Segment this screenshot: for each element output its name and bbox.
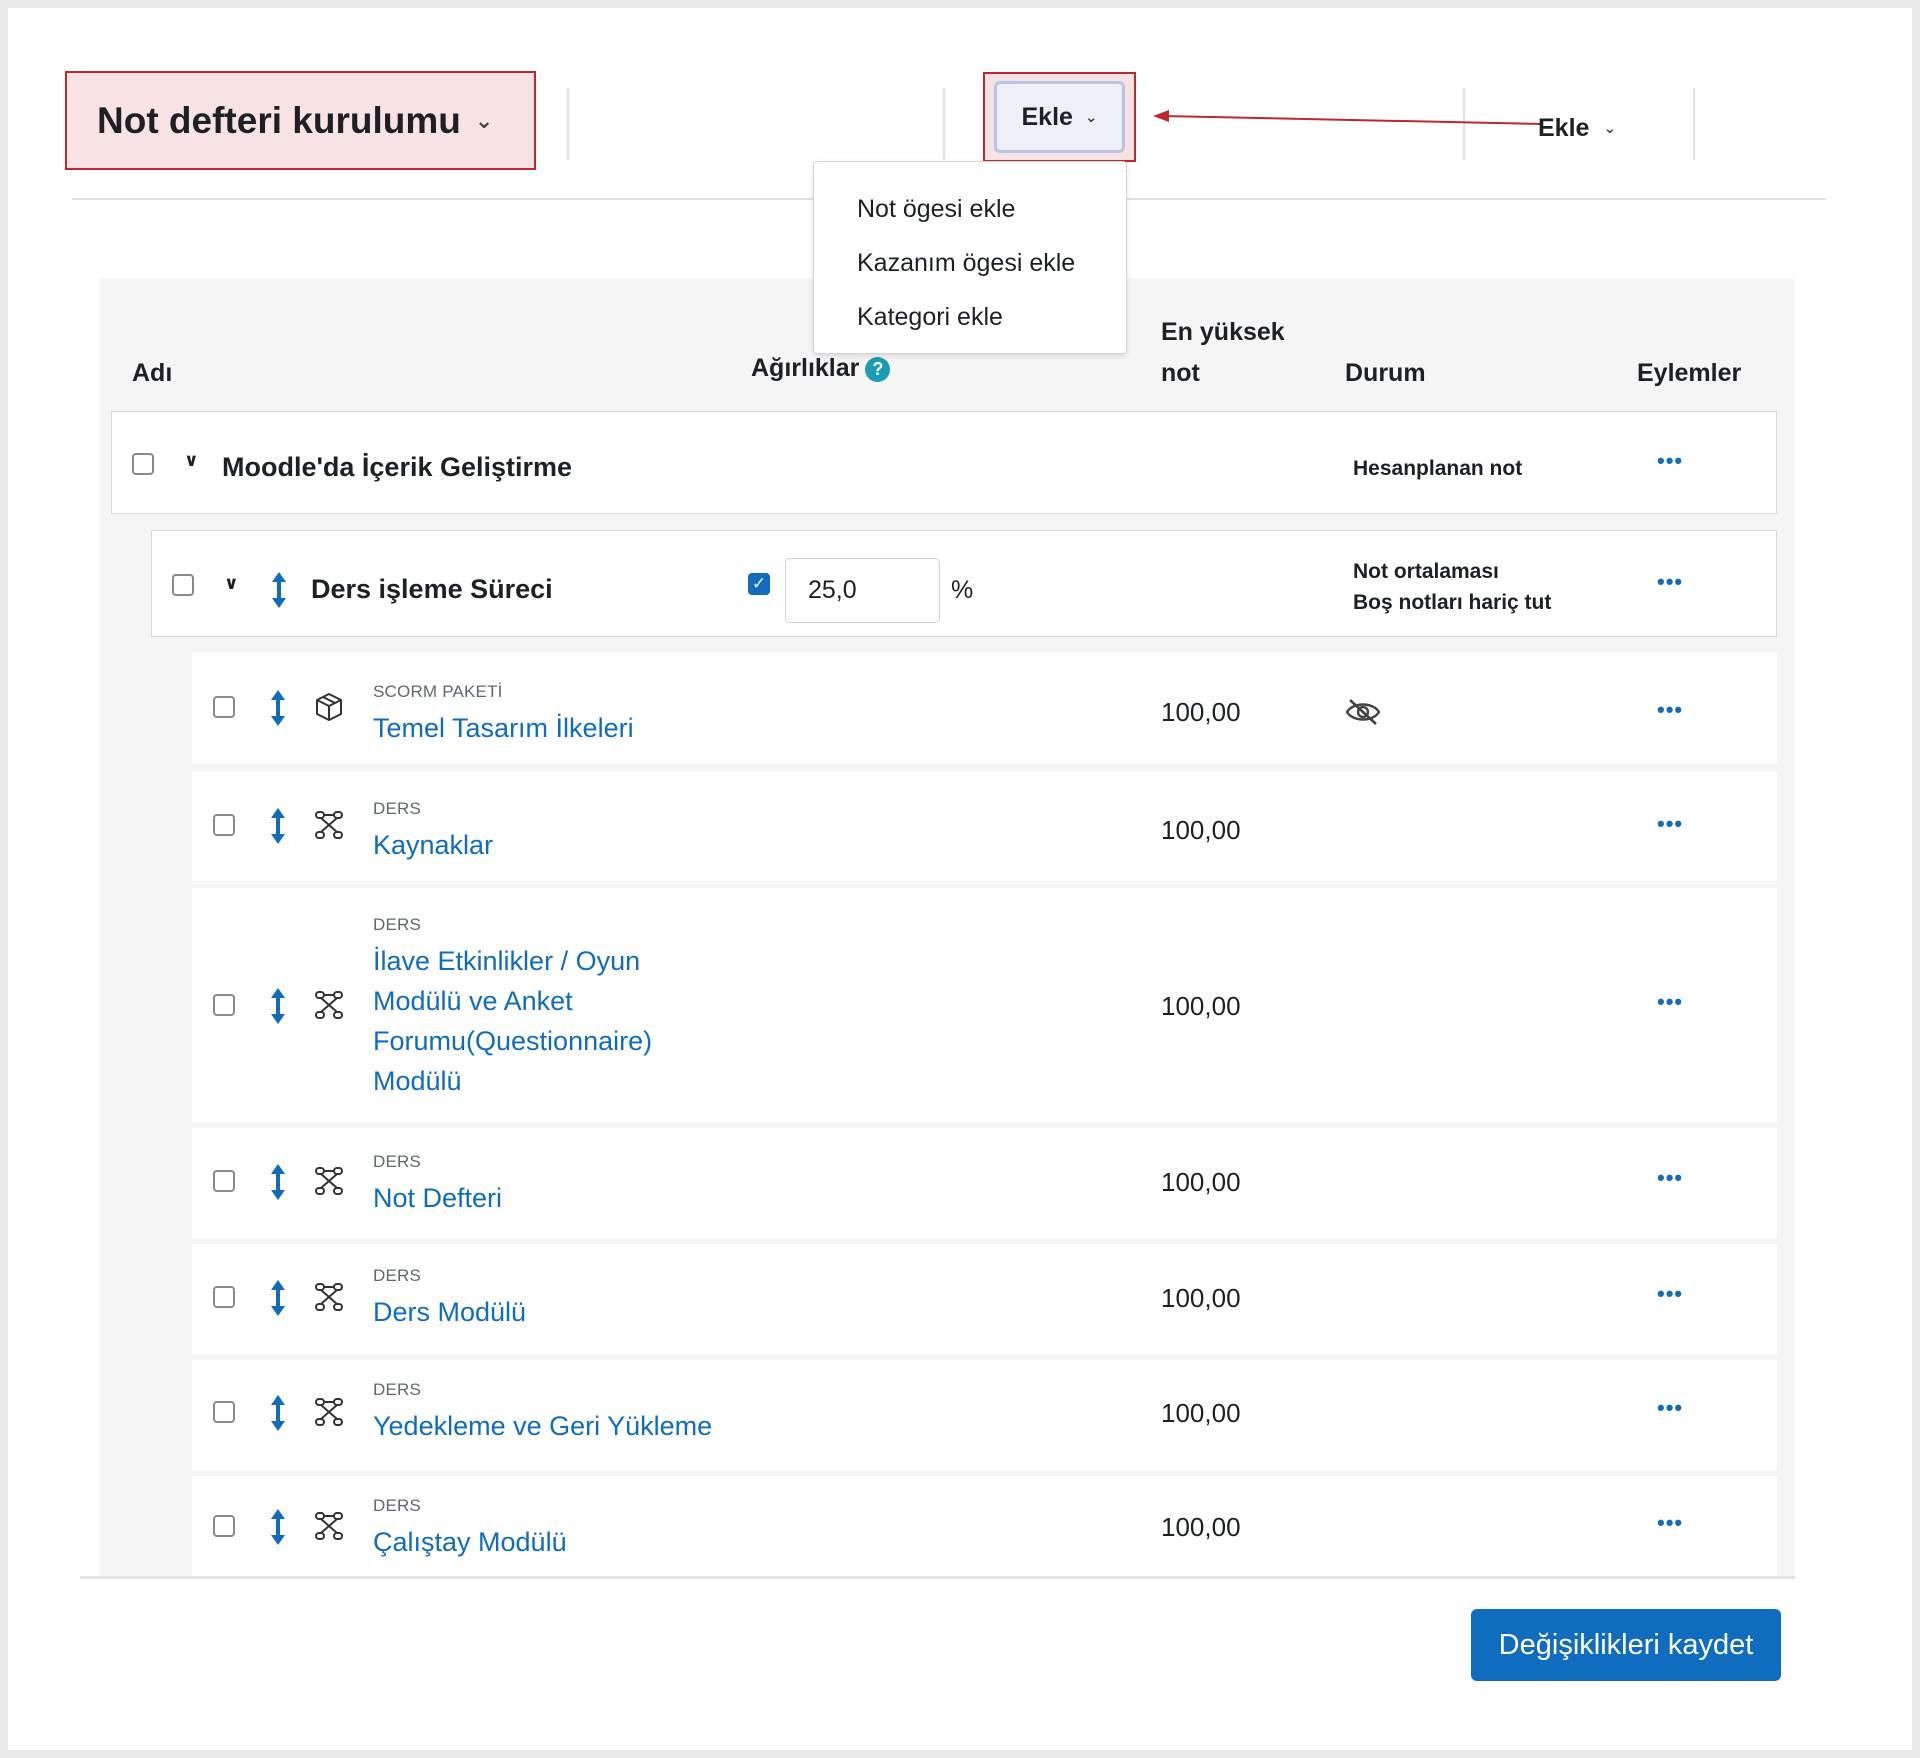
item-link[interactable]: Çalıştay Modülü bbox=[373, 1522, 567, 1562]
max-grade-value: 100,00 bbox=[1161, 815, 1241, 845]
column-header-weights: Ağırlıklar? bbox=[751, 348, 891, 389]
subcategory-name: Ders işleme Süreci bbox=[311, 574, 553, 604]
add-menu-right-label: Ekle bbox=[1538, 113, 1590, 142]
subcategory-status: Not ortalaması Boş notları hariç tut bbox=[1353, 556, 1551, 618]
lesson-icon bbox=[315, 991, 343, 1019]
row-checkbox[interactable] bbox=[213, 1286, 235, 1308]
page-frame: Not defteri kurulumu ⌄ Ekle ⌄ Ekle ⌄ Adı… bbox=[8, 8, 1912, 1750]
item-link[interactable]: Temel Tasarım İlkeleri bbox=[373, 708, 634, 748]
max-grade-value: 100,00 bbox=[1161, 1512, 1241, 1542]
actions-menu-button[interactable]: ••• bbox=[1657, 448, 1683, 474]
move-icon[interactable] bbox=[270, 986, 286, 1026]
annotation-arrow bbox=[1153, 110, 1544, 125]
hidden-eye-icon bbox=[1345, 699, 1381, 725]
lesson-icon bbox=[315, 811, 343, 839]
chevron-down-icon: ⌄ bbox=[1084, 109, 1098, 126]
move-icon[interactable] bbox=[270, 1162, 286, 1202]
item-type-label: DERS bbox=[373, 799, 422, 818]
item-link[interactable]: Kaynaklar bbox=[373, 825, 493, 865]
collapse-caret-icon[interactable]: ∨ bbox=[184, 450, 199, 471]
item-type-label: DERS bbox=[373, 1266, 422, 1285]
max-grade-line1: En yüksek bbox=[1161, 318, 1285, 346]
chevron-down-icon: ⌄ bbox=[474, 107, 494, 133]
row-checkbox[interactable] bbox=[213, 1401, 235, 1423]
menu-item-add-outcome-item[interactable]: Kazanım ögesi ekle bbox=[814, 236, 1126, 290]
item-link[interactable]: Not Defteri bbox=[373, 1178, 502, 1218]
move-icon[interactable] bbox=[270, 1278, 286, 1318]
actions-menu-button[interactable]: ••• bbox=[1657, 1165, 1683, 1191]
item-link-line: Modülü ve Anket bbox=[373, 986, 573, 1016]
header-divider bbox=[567, 88, 569, 160]
row-checkbox[interactable] bbox=[172, 574, 194, 596]
collapse-caret-icon[interactable]: ∨ bbox=[224, 573, 239, 594]
item-type-label: DERS bbox=[373, 1496, 422, 1515]
actions-menu-button[interactable]: ••• bbox=[1657, 1395, 1683, 1421]
lesson-icon bbox=[315, 1398, 343, 1426]
weight-unit: % bbox=[951, 576, 974, 604]
actions-menu-button[interactable]: ••• bbox=[1657, 569, 1683, 595]
row-checkbox[interactable] bbox=[213, 1170, 235, 1192]
weights-label: Ağırlıklar bbox=[751, 354, 860, 382]
row-checkbox[interactable] bbox=[213, 1515, 235, 1537]
column-header-max-grade: En yüksek not bbox=[1161, 312, 1285, 394]
max-grade-line2: not bbox=[1161, 359, 1200, 387]
max-grade-value: 100,00 bbox=[1161, 697, 1241, 727]
max-grade-value: 100,00 bbox=[1161, 1283, 1241, 1313]
help-icon[interactable]: ? bbox=[865, 356, 891, 382]
lesson-icon bbox=[315, 1283, 343, 1311]
column-header-status: Durum bbox=[1345, 359, 1426, 387]
item-type-label: DERS bbox=[373, 915, 422, 934]
row-checkbox[interactable] bbox=[132, 453, 154, 475]
add-button[interactable]: Ekle ⌄ bbox=[994, 81, 1125, 153]
column-header-actions: Eylemler bbox=[1637, 359, 1742, 387]
table-bottom-border bbox=[80, 1576, 1795, 1579]
item-type-label: SCORM PAKETİ bbox=[373, 682, 503, 701]
item-type-label: DERS bbox=[373, 1152, 422, 1171]
row-checkbox[interactable] bbox=[213, 994, 235, 1016]
row-checkbox[interactable] bbox=[213, 814, 235, 836]
gradebook-setup-selector[interactable]: Not defteri kurulumu ⌄ bbox=[65, 71, 536, 170]
actions-menu-button[interactable]: ••• bbox=[1657, 1281, 1683, 1307]
weight-input[interactable]: 25,0 bbox=[785, 558, 940, 623]
add-dropdown-menu: Not ögesi ekle Kazanım ögesi ekle Katego… bbox=[813, 161, 1127, 354]
category-name: Moodle'da İçerik Geliştirme bbox=[222, 452, 573, 482]
lesson-icon bbox=[315, 1167, 343, 1195]
item-link[interactable]: Ders Modülü bbox=[373, 1292, 526, 1332]
chevron-down-icon: ⌄ bbox=[1603, 120, 1617, 137]
item-link-line: İlave Etkinlikler / Oyun bbox=[373, 946, 641, 976]
item-link[interactable]: Yedekleme ve Geri Yükleme bbox=[373, 1406, 712, 1446]
page-title: Not defteri kurulumu bbox=[97, 99, 461, 141]
header-divider bbox=[943, 88, 945, 160]
header-divider bbox=[1693, 88, 1695, 160]
max-grade-value: 100,00 bbox=[1161, 1398, 1241, 1428]
item-link-line: Forumu(Questionnaire) bbox=[373, 1026, 653, 1056]
add-button-label: Ekle bbox=[1021, 102, 1073, 131]
item-link[interactable]: İlave Etkinlikler / Oyun Modülü ve Anket… bbox=[373, 941, 652, 1101]
actions-menu-button[interactable]: ••• bbox=[1657, 989, 1683, 1015]
actions-menu-button[interactable]: ••• bbox=[1657, 1510, 1683, 1536]
add-menu-right[interactable]: Ekle ⌄ bbox=[1538, 108, 1616, 148]
lesson-icon bbox=[315, 1512, 343, 1540]
menu-item-add-grade-item[interactable]: Not ögesi ekle bbox=[814, 182, 1126, 236]
max-grade-value: 100,00 bbox=[1161, 991, 1241, 1021]
aggregation-option: Boş notları hariç tut bbox=[1353, 591, 1552, 614]
column-header-name: Adı bbox=[132, 359, 173, 387]
actions-menu-button[interactable]: ••• bbox=[1657, 697, 1683, 723]
move-icon[interactable] bbox=[271, 570, 287, 610]
row-checkbox[interactable] bbox=[213, 696, 235, 718]
package-icon bbox=[316, 693, 342, 721]
max-grade-value: 100,00 bbox=[1161, 1167, 1241, 1197]
move-icon[interactable] bbox=[270, 1393, 286, 1433]
save-changes-button[interactable]: Değişiklikleri kaydet bbox=[1471, 1609, 1781, 1681]
item-type-label: DERS bbox=[373, 1380, 422, 1399]
weight-override-checkbox[interactable]: ✓ bbox=[748, 573, 770, 595]
category-status: Hesanplanan not bbox=[1353, 457, 1523, 480]
menu-item-add-category[interactable]: Kategori ekle bbox=[814, 290, 1126, 344]
move-icon[interactable] bbox=[270, 688, 286, 728]
item-link-line: Modülü bbox=[373, 1066, 462, 1096]
move-icon[interactable] bbox=[270, 1507, 286, 1547]
move-icon[interactable] bbox=[270, 806, 286, 846]
actions-menu-button[interactable]: ••• bbox=[1657, 811, 1683, 837]
aggregation-type: Not ortalaması bbox=[1353, 560, 1499, 583]
